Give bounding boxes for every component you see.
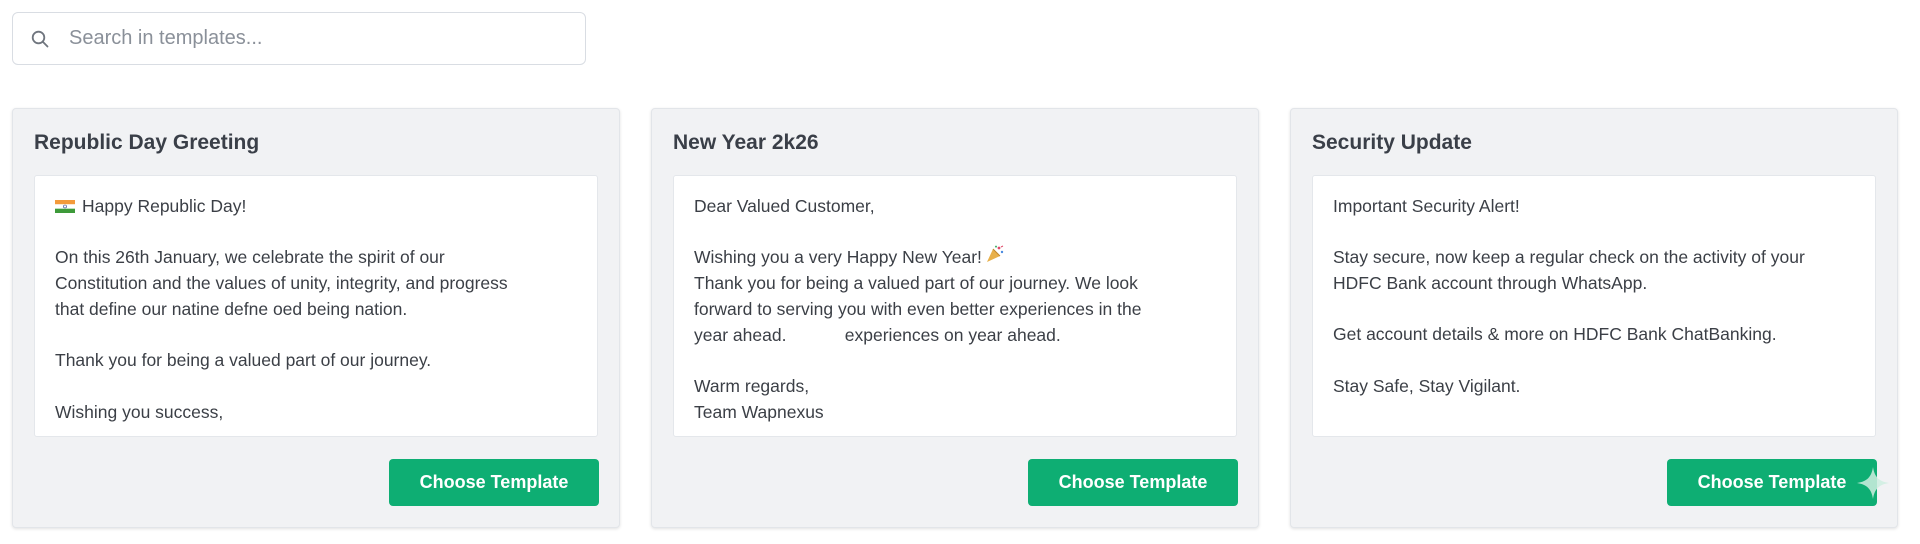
search-box[interactable] <box>12 12 586 65</box>
message-line: that define our natine defne oed being n… <box>55 298 408 319</box>
template-card-new-year: New Year 2k26 Dear Valued Customer, Wish… <box>651 108 1259 528</box>
message-line <box>694 348 1216 374</box>
party-popper-icon <box>986 245 1004 263</box>
message-line: Team Wapnexus <box>694 401 824 422</box>
choose-template-button[interactable]: Choose Template <box>1028 459 1238 506</box>
message-line: HDFC Bank account through WhatsApp. <box>1333 273 1648 294</box>
message-line: Stay secure, now keep a regular check on… <box>1333 247 1805 268</box>
message-line: forward to serving you with even better … <box>694 298 1142 319</box>
india-flag-icon <box>55 200 75 213</box>
card-title: Republic Day Greeting <box>34 131 260 154</box>
message-line <box>694 220 1216 246</box>
template-message-preview: Important Security Alert! Stay secure, n… <box>1312 175 1876 437</box>
template-message-preview: Dear Valued Customer, Wishing you a very… <box>673 175 1237 437</box>
message-line: Wishing you success, <box>55 401 224 422</box>
template-card-republic-day: Republic Day Greeting Happy Republic Day… <box>12 108 620 528</box>
sparkle-icon <box>1857 467 1889 499</box>
choose-template-button[interactable]: Choose Template <box>1667 459 1877 506</box>
message-line: Constitution and the values of unity, in… <box>55 273 508 294</box>
message-line: Thank you for being a valued part of our… <box>694 273 1138 294</box>
search-input[interactable] <box>67 26 551 51</box>
card-title: New Year 2k26 <box>673 131 819 154</box>
search-icon <box>29 28 51 50</box>
message-line: Warm regards, <box>694 375 810 396</box>
message-line: Stay Safe, Stay Vigilant. <box>1333 375 1521 396</box>
message-line: year ahead. experiences on year ahead. <box>694 324 1061 345</box>
message-line: Dear Valued Customer, <box>694 196 875 216</box>
message-line: Important Security Alert! <box>1333 196 1520 216</box>
message-line <box>1333 348 1855 374</box>
message-line <box>55 220 577 246</box>
template-card-security-update: Security Update Important Security Alert… <box>1290 108 1898 528</box>
template-cards: Republic Day Greeting Happy Republic Day… <box>12 108 1908 528</box>
templates-page: Republic Day Greeting Happy Republic Day… <box>0 0 1920 544</box>
message-line <box>55 374 577 400</box>
choose-template-button[interactable]: Choose Template <box>389 459 599 506</box>
message-line: On this 26th January, we celebrate the s… <box>55 247 445 268</box>
message-line <box>1333 297 1855 323</box>
message-line: Get account details & more on HDFC Bank … <box>1333 324 1777 345</box>
template-message-preview: Happy Republic Day! On this 26th January… <box>34 175 598 437</box>
card-title: Security Update <box>1312 131 1472 154</box>
message-line <box>55 323 577 349</box>
message-line: Happy Republic Day! <box>55 194 577 220</box>
message-line: Thank you for being a valued part of our… <box>55 350 432 371</box>
message-line: Wishing you a very Happy New Year! <box>694 245 1216 271</box>
message-line <box>1333 220 1855 246</box>
